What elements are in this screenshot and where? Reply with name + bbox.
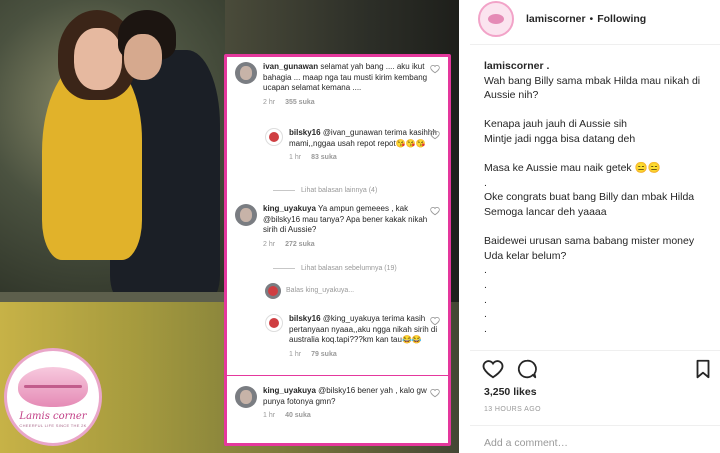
bookmark-icon[interactable] bbox=[692, 358, 714, 380]
caption-line: . bbox=[484, 278, 487, 291]
comment-king-uyakuya-2: king_uyakuya @bilsky16 bener yah , kalo … bbox=[235, 386, 440, 422]
caption-line bbox=[484, 220, 712, 235]
caption-line: Oke congrats buat bang Billy dan mbak Hi… bbox=[484, 191, 695, 204]
likes-count[interactable]: 3,250 likes bbox=[484, 386, 537, 398]
caption-line: Semoga lancar deh yaaaa bbox=[484, 205, 607, 218]
comment-time: 2 hr bbox=[263, 98, 276, 106]
view-more-replies-link[interactable]: Lihat balasan lainnya (4) bbox=[273, 186, 377, 197]
following-button[interactable]: Following bbox=[597, 13, 646, 25]
comment-time: 1 hr bbox=[289, 154, 302, 161]
heart-icon[interactable] bbox=[430, 64, 440, 74]
reply-bilsky-2: bilsky16 @king_uyakuya terima kasih pert… bbox=[265, 314, 440, 360]
post-side-panel: lamiscorner • Following lamiscorner . Wa… bbox=[470, 0, 720, 453]
comment-likes[interactable]: 40 suka bbox=[285, 412, 311, 419]
comment-likes[interactable]: 355 suka bbox=[285, 99, 315, 106]
caption-line: Kenapa jauh jauh di Aussie sih bbox=[484, 118, 628, 131]
caption-line: . bbox=[484, 264, 487, 277]
comment-likes[interactable]: 83 suka bbox=[311, 154, 337, 161]
heart-icon[interactable] bbox=[430, 316, 440, 326]
avatar bbox=[265, 128, 283, 146]
reply-placeholder[interactable]: Balas king_uyakuya... bbox=[286, 286, 354, 297]
comment-time: 1 hr bbox=[263, 412, 276, 419]
comment-time: 2 hr bbox=[263, 240, 276, 248]
comment-username[interactable]: bilsky16 bbox=[289, 314, 321, 323]
reply-bilsky-1: bilsky16 @ivan_gunawan terima kasihhh ma… bbox=[265, 128, 440, 164]
comment-king-uyakuya: king_uyakuya Ya ampun gemeees , kak @bil… bbox=[235, 204, 440, 250]
comment-likes[interactable]: 272 suka bbox=[285, 241, 315, 248]
comment-username[interactable]: bilsky16 bbox=[289, 128, 321, 137]
caption-line: . bbox=[484, 308, 487, 321]
comment-username[interactable]: king_uyakuya bbox=[263, 204, 316, 213]
post-actions bbox=[482, 358, 714, 380]
avatar bbox=[265, 283, 281, 299]
heart-icon[interactable] bbox=[482, 358, 504, 380]
caption-line bbox=[484, 147, 712, 162]
caption-line: Wah bang Billy sama mbak Hilda mau nikah… bbox=[484, 74, 701, 102]
instagram-post-view: Lamis corner CHEERFUL LIFE SINCE THE 2K … bbox=[0, 0, 720, 453]
comment-likes[interactable]: 79 suka bbox=[311, 351, 337, 358]
comment-bubble-icon[interactable] bbox=[516, 358, 538, 380]
heart-icon[interactable] bbox=[430, 388, 440, 398]
avatar bbox=[235, 204, 257, 226]
couple-photo bbox=[0, 0, 225, 302]
comments-screenshot: ivan_gunawan selamat yah bang .... aku i… bbox=[224, 54, 451, 446]
caption-line: Mintje jadi ngga bisa datang deh bbox=[484, 132, 636, 145]
profile-avatar[interactable] bbox=[478, 1, 514, 37]
lips-icon bbox=[18, 366, 88, 407]
caption-text: Wah bang Billy sama mbak Hilda mau nikah… bbox=[484, 74, 712, 337]
add-comment-input[interactable]: Add a comment… bbox=[484, 437, 568, 449]
lamis-corner-logo: Lamis corner CHEERFUL LIFE SINCE THE 2K bbox=[4, 348, 102, 446]
actions-divider bbox=[470, 350, 720, 351]
caption-line: . bbox=[484, 176, 487, 189]
avatar bbox=[235, 62, 257, 84]
woman-face bbox=[74, 28, 122, 90]
reply-input-row[interactable]: Balas king_uyakuya... bbox=[265, 283, 354, 299]
logo-name: Lamis corner bbox=[19, 410, 87, 422]
post-caption: lamiscorner . Wah bang Billy sama mbak H… bbox=[484, 59, 712, 336]
avatar bbox=[265, 314, 283, 332]
post-time-ago: 13 HOURS AGO bbox=[484, 406, 541, 413]
heart-icon[interactable] bbox=[430, 130, 440, 140]
post-media: Lamis corner CHEERFUL LIFE SINCE THE 2K … bbox=[0, 0, 459, 453]
header-separator: • bbox=[589, 13, 594, 25]
man-face bbox=[124, 34, 162, 80]
avatar bbox=[235, 386, 257, 408]
header-username[interactable]: lamiscorner bbox=[526, 13, 586, 25]
heart-icon[interactable] bbox=[430, 206, 440, 216]
screenshot-divider bbox=[227, 375, 448, 376]
caption-line: Masa ke Aussie mau naik getek 😑😑 bbox=[484, 162, 661, 175]
comment-time: 1 hr bbox=[289, 350, 302, 358]
view-previous-replies-link[interactable]: Lihat balasan sebelumnya (19) bbox=[273, 264, 397, 275]
comment-username[interactable]: ivan_gunawan bbox=[263, 62, 318, 71]
caption-username[interactable]: lamiscorner . bbox=[484, 59, 712, 74]
comment-ivan: ivan_gunawan selamat yah bang .... aku i… bbox=[235, 62, 440, 108]
comment-username[interactable]: king_uyakuya bbox=[263, 386, 316, 395]
post-header: lamiscorner • Following bbox=[478, 1, 646, 37]
header-divider bbox=[470, 44, 720, 45]
caption-line: . bbox=[484, 293, 487, 306]
logo-tagline: CHEERFUL LIFE SINCE THE 2K bbox=[19, 422, 87, 428]
caption-line bbox=[484, 103, 712, 118]
caption-line: . bbox=[484, 322, 487, 335]
caption-line: Baidewei urusan sama babang mister money… bbox=[484, 235, 695, 262]
comment-divider bbox=[470, 425, 720, 426]
